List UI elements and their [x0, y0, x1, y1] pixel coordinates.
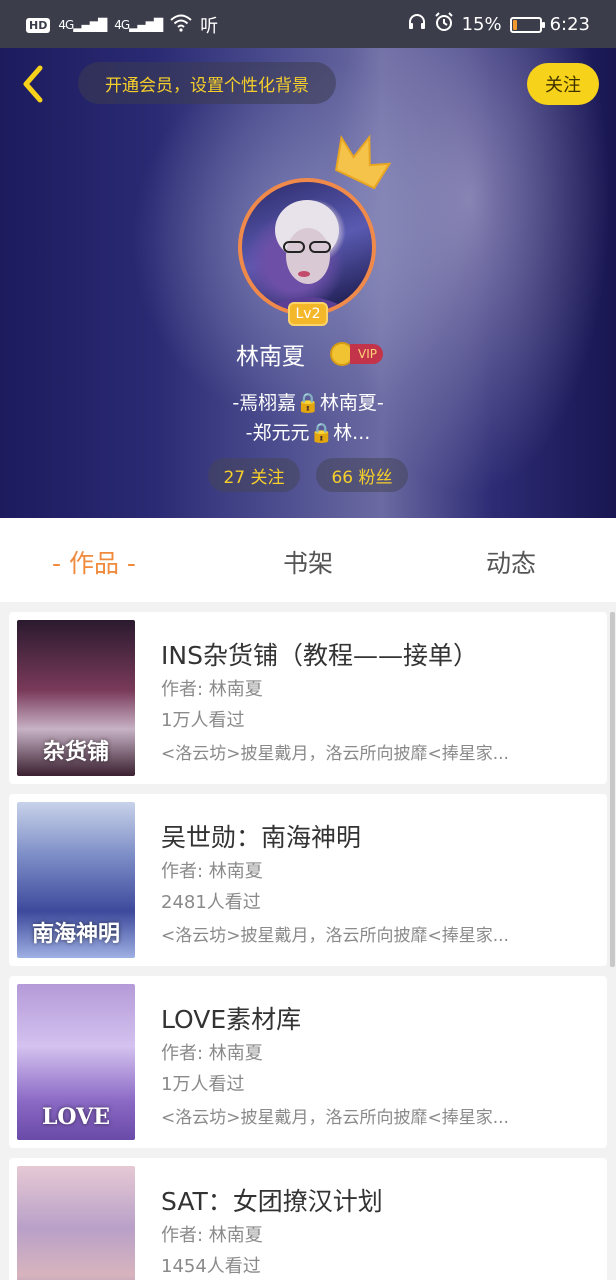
- tab-works[interactable]: - 作品 -: [52, 544, 136, 580]
- book-views: 1454人看过: [161, 1256, 261, 1277]
- level-badge: Lv2: [288, 302, 328, 326]
- vip-badge[interactable]: VIP: [330, 342, 383, 366]
- back-button[interactable]: [16, 62, 52, 106]
- cover-title: 南海神明: [31, 921, 120, 947]
- book-tags: <洛云坊>披星戴月，洛云所向披靡<捧星家...: [161, 744, 509, 764]
- signal-icon-2: 4G▂▄▆█: [114, 18, 163, 32]
- signal-label-1: 4G: [58, 18, 74, 32]
- battery-fill: [512, 19, 517, 30]
- hd-icon: HD: [26, 17, 51, 33]
- list-item[interactable]: 女团 SAT：女团撩汉计划 作者: 林南夏 1454人看过: [9, 1158, 607, 1280]
- book-author: 作者: 林南夏: [161, 861, 263, 882]
- vip-label: VIP: [350, 344, 383, 364]
- follow-button[interactable]: 关注: [527, 63, 599, 105]
- book-title: 吴世勋：南海神明: [161, 823, 362, 852]
- alarm-icon: [434, 12, 454, 37]
- cover-title: LOVE: [41, 1104, 111, 1130]
- book-cover: 南海神明: [17, 802, 135, 958]
- book-title: LOVE素材库: [161, 1005, 302, 1034]
- wifi-icon: [170, 14, 192, 37]
- tab-bookshelf[interactable]: 书架: [283, 544, 333, 580]
- profile-header: HD 4G▂▄▆█ 4G▂▄▆█ 听 15% 6:23 开通会员，设置个性化背景…: [0, 0, 616, 518]
- book-views: 1万人看过: [161, 1074, 245, 1095]
- avatar-image: [238, 178, 376, 316]
- signal-label-2: 4G: [114, 18, 130, 32]
- cover-title: 杂货铺: [42, 739, 109, 765]
- battery-percent: 15%: [461, 14, 502, 35]
- username: 林南夏: [236, 344, 305, 370]
- signal-icon: 4G▂▄▆█: [58, 18, 107, 32]
- book-views: 1万人看过: [161, 710, 245, 731]
- avatar[interactable]: [238, 178, 378, 318]
- scrollbar[interactable]: [610, 612, 615, 967]
- fans-count-button[interactable]: 66 粉丝: [316, 458, 408, 492]
- book-title: INS杂货铺（教程——接单）: [161, 641, 478, 670]
- book-author: 作者: 林南夏: [161, 1225, 263, 1246]
- book-views: 2481人看过: [161, 892, 261, 913]
- book-title: SAT：女团撩汉计划: [161, 1187, 383, 1216]
- battery-icon: [509, 16, 545, 33]
- list-item[interactable]: 南海神明 吴世勋：南海神明 作者: 林南夏 2481人看过 <洛云坊>披星戴月，…: [9, 794, 607, 966]
- signature-line-2: -郑元元🔒林...: [245, 422, 371, 444]
- book-author: 作者: 林南夏: [161, 679, 263, 700]
- headphones-icon: [408, 13, 426, 36]
- listen-indicator: 听: [200, 16, 219, 37]
- status-bar: HD 4G▂▄▆█ 4G▂▄▆█ 听 15% 6:23: [0, 0, 616, 48]
- tab-activity[interactable]: 动态: [486, 544, 536, 580]
- book-author: 作者: 林南夏: [161, 1043, 263, 1064]
- list-item[interactable]: LOVE LOVE素材库 作者: 林南夏 1万人看过 <洛云坊>披星戴月，洛云所…: [9, 976, 607, 1148]
- clock: 6:23: [549, 14, 590, 35]
- profile-tabs: - 作品 - 书架 动态: [0, 518, 616, 602]
- book-cover: 女团: [17, 1166, 135, 1280]
- book-cover: 杂货铺: [17, 620, 135, 776]
- signature-line-1: -焉栩嘉🔒林南夏-: [232, 392, 384, 414]
- vip-background-prompt[interactable]: 开通会员，设置个性化背景: [78, 62, 336, 104]
- book-cover: LOVE: [17, 984, 135, 1140]
- following-count-button[interactable]: 27 关注: [208, 458, 300, 492]
- book-tags: <洛云坊>披星戴月，洛云所向披靡<捧星家...: [161, 926, 509, 946]
- book-tags: <洛云坊>披星戴月，洛云所向披靡<捧星家...: [161, 1108, 509, 1128]
- list-item[interactable]: 杂货铺 INS杂货铺（教程——接单） 作者: 林南夏 1万人看过 <洛云坊>披星…: [9, 612, 607, 784]
- chevron-left-icon: [23, 65, 43, 103]
